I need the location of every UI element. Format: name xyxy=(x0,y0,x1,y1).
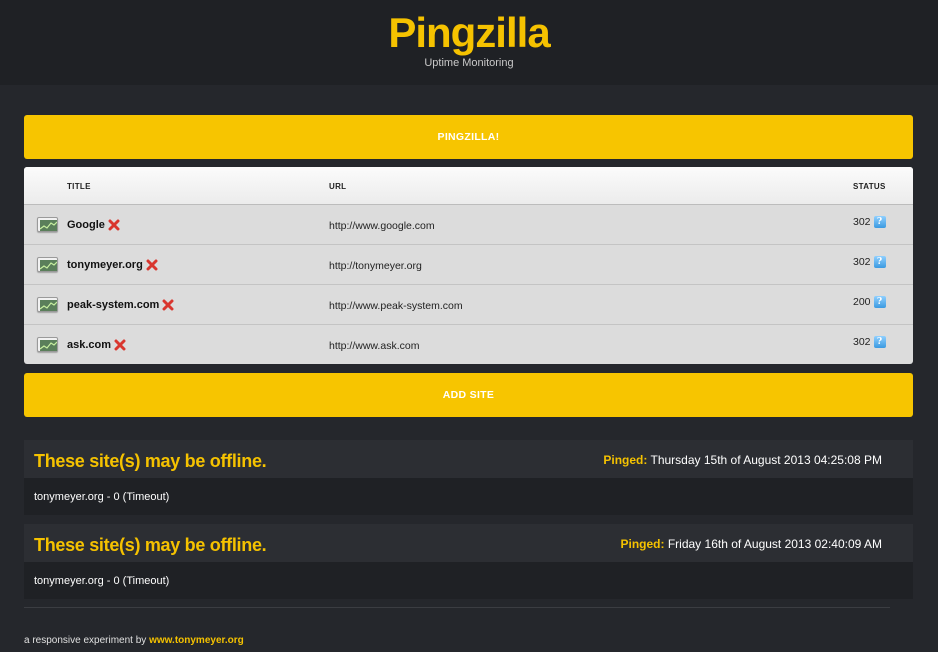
site-title-text: ask.com xyxy=(67,339,112,351)
table-row: Google http://www.google.com 302? xyxy=(24,205,913,245)
site-tagline: Uptime Monitoring xyxy=(424,57,514,69)
pinged-timestamp: Pinged: Thursday 15th of August 2013 04:… xyxy=(603,453,882,467)
column-header-status: STATUS xyxy=(853,182,886,191)
footer: a responsive experiment by www.tonymeyer… xyxy=(24,634,244,647)
info-icon[interactable]: ? xyxy=(873,336,886,348)
chart-thumbnail-icon[interactable] xyxy=(37,297,58,312)
offline-alert: These site(s) may be offline. Pinged: Fr… xyxy=(24,524,913,599)
chart-thumbnail-icon[interactable] xyxy=(37,217,58,232)
info-icon[interactable]: ? xyxy=(873,296,886,308)
alert-header: These site(s) may be offline. Pinged: Th… xyxy=(24,440,913,478)
chart-thumbnail-icon[interactable] xyxy=(37,257,58,272)
footer-link[interactable]: www.tonymeyer.org xyxy=(149,635,244,646)
pinged-time: Thursday 15th of August 2013 04:25:08 PM xyxy=(650,453,883,467)
site-status: 200? xyxy=(853,296,886,309)
site-title[interactable]: ask.com xyxy=(67,339,126,352)
add-site-button[interactable]: ADD SITE xyxy=(24,373,913,417)
site-status: 302? xyxy=(853,216,886,229)
site-url: http://www.ask.com xyxy=(329,340,420,352)
site-header: Pingzilla Uptime Monitoring xyxy=(0,0,938,85)
column-header-title: TITLE xyxy=(67,182,91,191)
info-icon[interactable]: ? xyxy=(873,256,886,268)
site-url: http://www.google.com xyxy=(329,220,435,232)
alert-message: tonymeyer.org - 0 (Timeout) xyxy=(34,491,170,503)
alert-header: These site(s) may be offline. Pinged: Fr… xyxy=(24,524,913,562)
pinged-label: Pinged: xyxy=(603,453,648,467)
table-row: peak-system.com http://www.peak-system.c… xyxy=(24,285,913,325)
table-row: tonymeyer.org http://tonymeyer.org 302? xyxy=(24,245,913,285)
sites-table: TITLE URL STATUS Google http://www.googl… xyxy=(24,167,913,364)
column-header-url: URL xyxy=(329,182,347,191)
delete-icon[interactable] xyxy=(162,299,174,311)
status-code: 302 xyxy=(853,216,871,228)
pinged-time: Friday 16th of August 2013 02:40:09 AM xyxy=(667,537,882,551)
site-url: http://tonymeyer.org xyxy=(329,260,422,272)
delete-icon[interactable] xyxy=(108,219,120,231)
site-logo[interactable]: Pingzilla xyxy=(0,9,938,57)
site-title-text: Google xyxy=(67,219,105,231)
pinged-timestamp: Pinged: Friday 16th of August 2013 02:40… xyxy=(621,537,883,551)
delete-icon[interactable] xyxy=(114,339,126,351)
status-code: 200 xyxy=(853,296,871,308)
delete-icon[interactable] xyxy=(146,259,158,271)
table-header: TITLE URL STATUS xyxy=(24,167,913,205)
table-row: ask.com http://www.ask.com 302? xyxy=(24,325,913,364)
pingzilla-button[interactable]: PINGZILLA! xyxy=(24,115,913,159)
site-status: 302? xyxy=(853,256,886,269)
site-title[interactable]: peak-system.com xyxy=(67,299,174,312)
chart-thumbnail-icon[interactable] xyxy=(37,337,58,352)
status-code: 302 xyxy=(853,336,871,348)
footer-divider xyxy=(24,607,890,608)
site-title[interactable]: Google xyxy=(67,219,120,232)
pinged-label: Pinged: xyxy=(620,537,665,551)
offline-alert: These site(s) may be offline. Pinged: Th… xyxy=(24,440,913,515)
site-title[interactable]: tonymeyer.org xyxy=(67,259,158,272)
alert-title: These site(s) may be offline. xyxy=(34,535,267,555)
alert-title: These site(s) may be offline. xyxy=(34,451,267,471)
site-status: 302? xyxy=(853,336,886,349)
alert-message: tonymeyer.org - 0 (Timeout) xyxy=(34,575,170,587)
info-icon[interactable]: ? xyxy=(873,216,886,228)
footer-text: a responsive experiment by xyxy=(24,635,147,646)
site-url: http://www.peak-system.com xyxy=(329,300,463,312)
site-title-text: tonymeyer.org xyxy=(67,259,143,271)
status-code: 302 xyxy=(853,256,871,268)
site-title-text: peak-system.com xyxy=(67,299,160,311)
